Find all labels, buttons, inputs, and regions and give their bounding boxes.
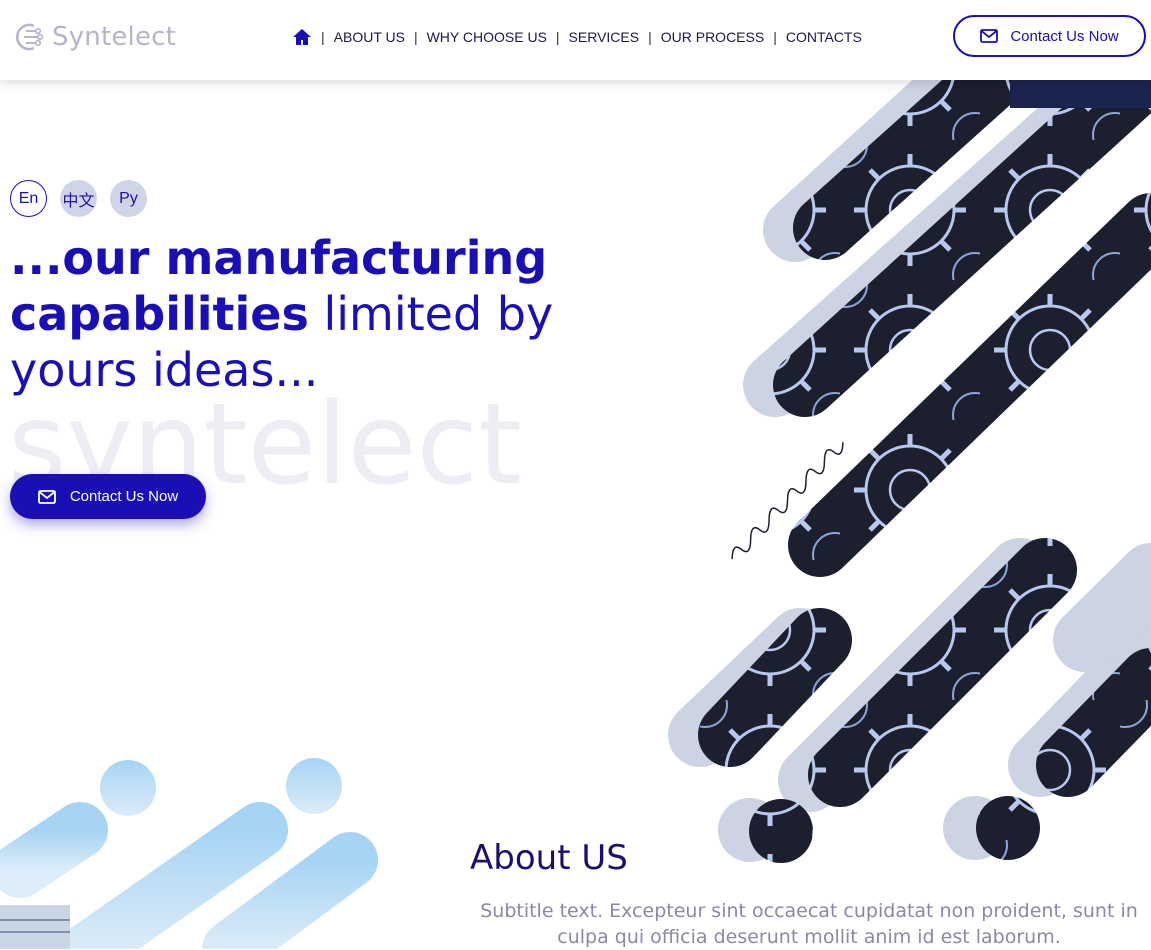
logo-text: Syntelect — [52, 22, 177, 52]
nav-separator: | — [321, 29, 325, 45]
nav-item-contacts[interactable]: CONTACTS — [786, 29, 862, 45]
about-subtitle: Subtitle text. Excepteur sint occaecat c… — [480, 900, 1138, 948]
hero-contact-button[interactable]: Contact Us Now — [10, 474, 206, 519]
language-switcher: En 中文 Py — [10, 180, 147, 217]
site-header: Syntelect | ABOUT US | WHY CHOOSE US | S… — [0, 0, 1151, 80]
about-title: About US — [470, 838, 628, 878]
hero-contact-label: Contact Us Now — [69, 488, 179, 505]
nav-item-about-us[interactable]: ABOUT US — [334, 29, 405, 45]
nav-item-services[interactable]: SERVICES — [569, 29, 640, 45]
nav-item-why-choose-us[interactable]: WHY CHOOSE US — [427, 29, 547, 45]
language-zh[interactable]: 中文 — [60, 180, 97, 217]
language-ru[interactable]: Py — [110, 180, 147, 217]
nav-item-our-process[interactable]: OUR PROCESS — [661, 29, 764, 45]
nav-separator: | — [555, 29, 560, 45]
logo-circuit-icon — [16, 23, 44, 51]
nav-separator: | — [648, 29, 652, 45]
logo[interactable]: Syntelect — [12, 19, 176, 55]
header-contact-label: Contact Us Now — [1010, 27, 1119, 45]
header-contact-button[interactable]: Contact Us Now — [953, 15, 1146, 57]
envelope-icon — [37, 489, 56, 504]
language-en[interactable]: En — [10, 180, 47, 217]
envelope-icon — [980, 29, 999, 43]
main-nav: | ABOUT US | WHY CHOOSE US | SERVICES | … — [292, 28, 862, 46]
nav-separator: | — [413, 29, 418, 45]
hero-title: ...our manufacturing capabilities limite… — [10, 230, 570, 398]
home-icon[interactable] — [292, 28, 312, 46]
nav-separator: | — [773, 29, 777, 45]
